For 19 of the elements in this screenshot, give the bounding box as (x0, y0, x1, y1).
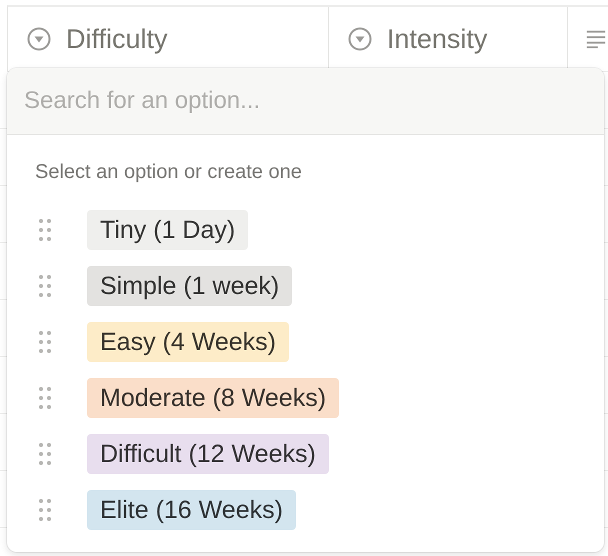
drag-handle-icon[interactable] (39, 219, 51, 241)
drag-handle-icon[interactable] (39, 387, 51, 409)
drag-handle-icon[interactable] (39, 275, 51, 297)
menu-heading: Select an option or create one (35, 161, 303, 184)
option-tag[interactable]: Moderate (8 Weeks) (87, 378, 340, 418)
column-header[interactable]: Intensity (386, 24, 488, 54)
option-tag[interactable]: Easy (4 Weeks) (87, 322, 289, 362)
option-tag[interactable]: Elite (16 Weeks) (87, 490, 296, 530)
option-tag[interactable]: Tiny (1 Day) (87, 210, 248, 250)
select-property-icon (348, 27, 372, 51)
option-tag[interactable]: Simple (1 week) (87, 266, 292, 306)
option-tag[interactable]: Difficult (12 Weeks) (87, 434, 329, 474)
select-property-icon (27, 27, 51, 51)
drag-handle-icon[interactable] (39, 443, 51, 465)
column-header[interactable]: Difficulty (66, 24, 168, 54)
drag-handle-icon[interactable] (39, 331, 51, 353)
search-field[interactable]: Search for an option... (7, 68, 604, 134)
drag-handle-icon[interactable] (39, 499, 51, 521)
text-property-icon (584, 28, 608, 50)
